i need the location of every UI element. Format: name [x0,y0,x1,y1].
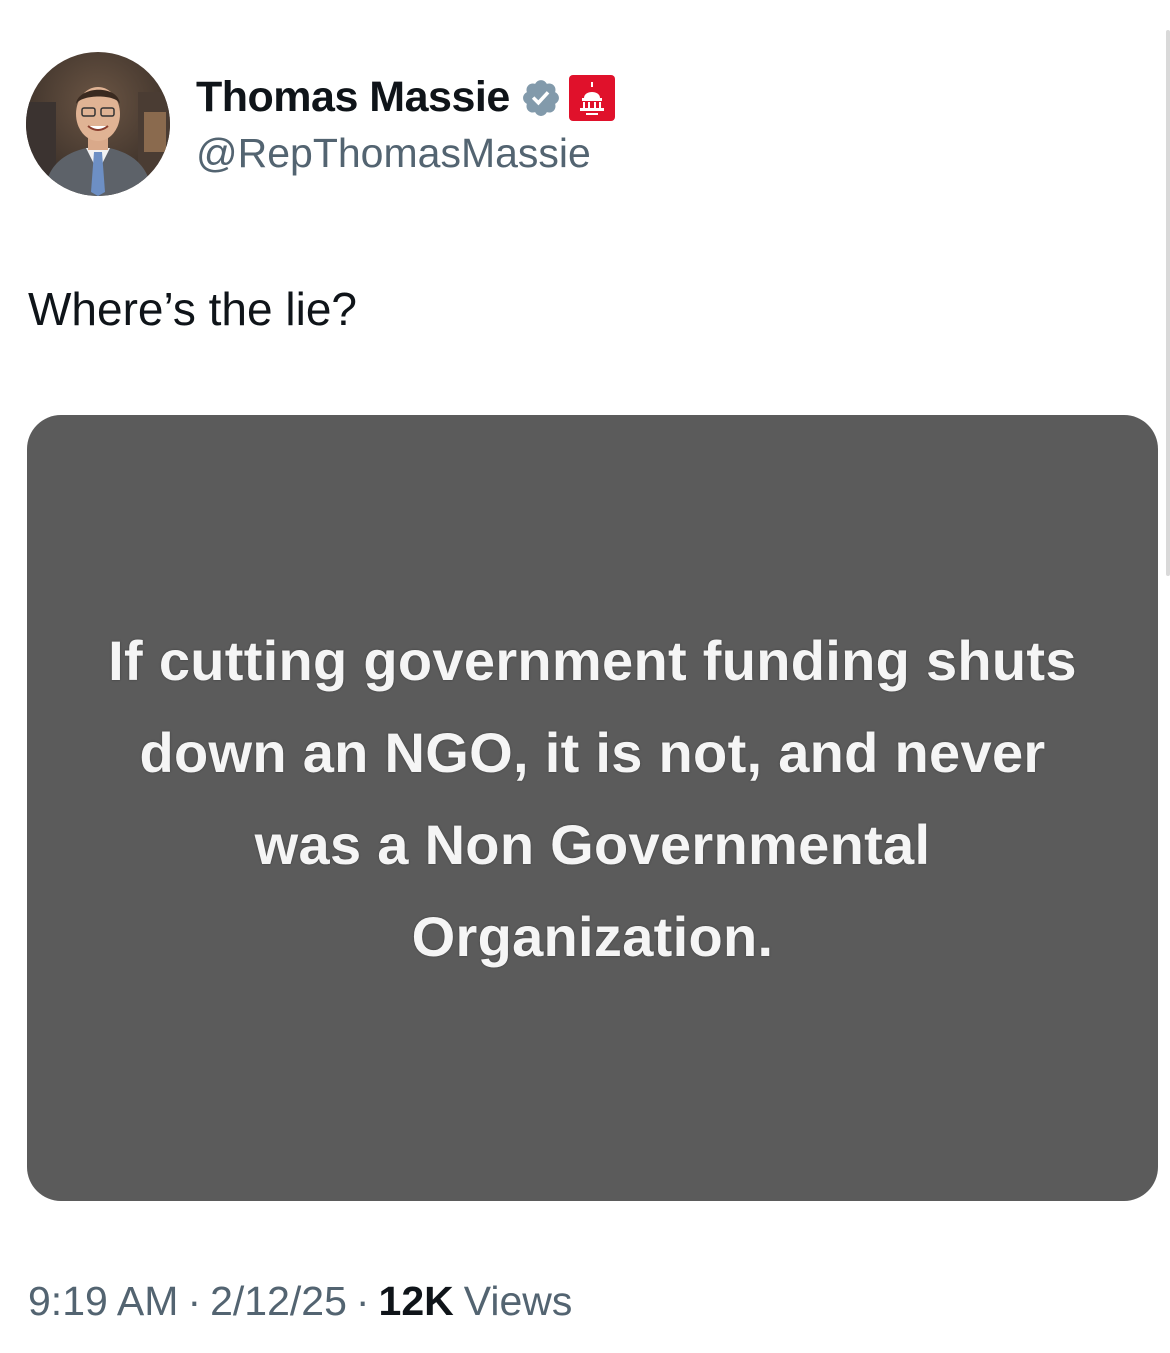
views-count[interactable]: 12K [379,1278,454,1325]
tweet-media-image[interactable]: If cutting government funding shuts down… [27,415,1158,1201]
tweet-header: Thomas Massie @RepThomasMassie [26,52,616,196]
display-name[interactable]: Thomas Massie [196,73,510,122]
tweet-time[interactable]: 9:19 AM [28,1278,178,1325]
views-label: Views [463,1278,573,1324]
tweet-date[interactable]: 2/12/25 [210,1278,347,1325]
meta-separator: · [187,1278,202,1324]
name-row: Thomas Massie [196,72,616,124]
tweet-text: Where’s the lie? [28,283,357,335]
author-handle[interactable]: @RepThomasMassie [196,130,616,177]
author-avatar[interactable] [26,52,170,196]
author-names: Thomas Massie @RepThomasMassie [196,72,616,177]
scrollbar[interactable] [1166,30,1170,576]
verified-badge-icon[interactable] [520,77,562,119]
capitol-dome-icon[interactable] [568,74,616,122]
tweet-meta: 9:19 AM · 2/12/25 · 12K Views [28,1278,572,1325]
meta-separator: · [355,1278,370,1324]
media-caption-text: If cutting government funding shuts down… [108,629,1077,968]
